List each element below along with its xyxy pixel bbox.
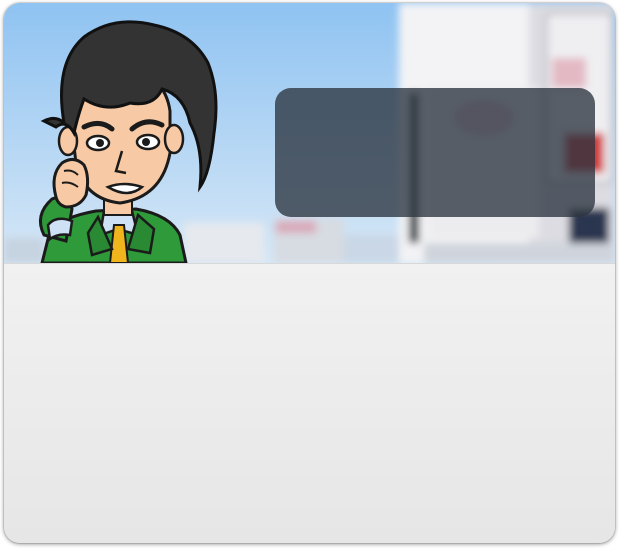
overlay-info-box [275, 88, 595, 217]
app-card [4, 3, 615, 543]
hero-banner [4, 3, 615, 263]
content-panel [4, 263, 615, 543]
